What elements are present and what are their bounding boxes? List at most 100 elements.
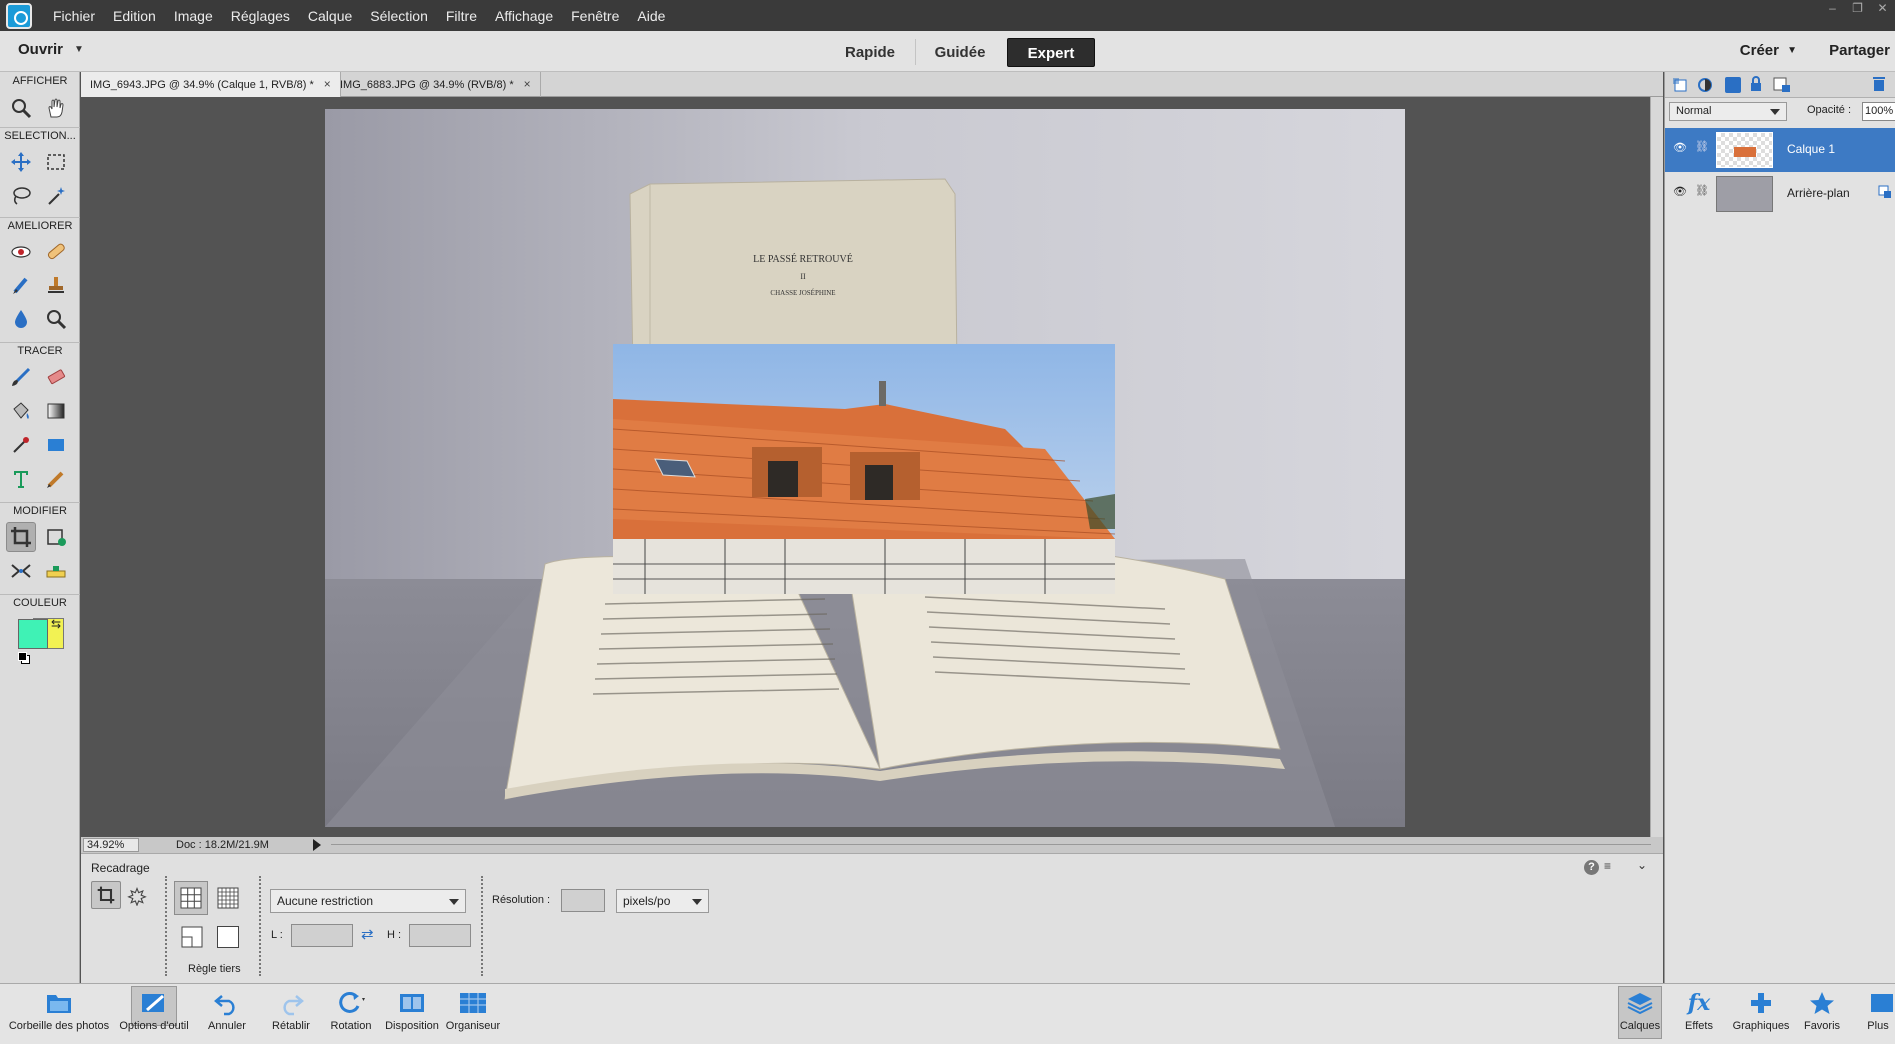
red-eye-tool-icon[interactable] xyxy=(6,236,36,266)
adjustment-layer-icon[interactable] xyxy=(1697,77,1715,93)
status-menu-arrow-icon[interactable] xyxy=(313,839,321,851)
link-icon[interactable]: ⛓ xyxy=(1695,184,1709,197)
smart-brush-tool-icon[interactable] xyxy=(6,270,36,300)
create-dropdown-icon[interactable]: ▼ xyxy=(1787,45,1797,56)
blend-mode-dropdown[interactable]: Normal xyxy=(1669,102,1787,121)
layer-row[interactable]: 👁 ⛓ Arrière-plan xyxy=(1665,172,1895,216)
menu-filtre[interactable]: Filtre xyxy=(446,8,477,24)
foreground-color-swatch[interactable] xyxy=(18,619,48,649)
delete-layer-icon[interactable] xyxy=(1872,76,1886,92)
sponge-tool-icon[interactable] xyxy=(41,304,71,334)
doc-tab-2[interactable]: IMG_6883.JPG @ 34.9% (RVB/8) * × xyxy=(331,72,541,97)
link-icon[interactable]: ⛓ xyxy=(1695,140,1709,153)
menu-selection[interactable]: Sélection xyxy=(370,8,428,24)
graphics-button[interactable]: Graphiques xyxy=(1727,990,1795,1032)
opacity-field[interactable]: 100% xyxy=(1862,102,1895,121)
straighten-tool-icon[interactable] xyxy=(41,556,71,586)
options-menu-icon[interactable]: ≡ xyxy=(1604,859,1611,873)
lock-transparent-icon[interactable] xyxy=(1773,77,1791,93)
restore-icon[interactable]: ❐ xyxy=(1845,0,1870,18)
recompose-tool-icon[interactable] xyxy=(41,522,71,552)
close-tab-icon[interactable]: × xyxy=(524,77,531,91)
menu-image[interactable]: Image xyxy=(174,8,213,24)
shape-tool-icon[interactable] xyxy=(41,430,71,460)
help-icon[interactable]: ? xyxy=(1584,860,1599,875)
swap-colors-icon[interactable]: ⇆ xyxy=(51,617,61,631)
close-tab-icon[interactable]: × xyxy=(324,77,331,91)
photo-bin-button[interactable]: Corbeille des photos xyxy=(4,990,114,1032)
crop-tool-icon[interactable] xyxy=(6,522,36,552)
crop-mode-button[interactable] xyxy=(91,881,121,909)
menu-aide[interactable]: Aide xyxy=(637,8,665,24)
zoom-tool-icon[interactable] xyxy=(6,93,36,123)
menu-fenetre[interactable]: Fenêtre xyxy=(571,8,619,24)
collapse-chevron-icon[interactable]: ⌄ xyxy=(1637,858,1647,872)
vertical-scrollbar[interactable] xyxy=(1650,97,1663,837)
text-tool-icon[interactable] xyxy=(6,464,36,494)
rotate-button[interactable]: Rotation xyxy=(323,990,379,1032)
magic-wand-tool-icon[interactable] xyxy=(41,181,71,211)
eraser-tool-icon[interactable] xyxy=(41,362,71,392)
default-colors-icon[interactable] xyxy=(18,652,27,661)
mode-expert-tab[interactable]: Expert xyxy=(1007,38,1095,67)
width-field[interactable] xyxy=(291,924,353,947)
grid-overlay-grid-button[interactable] xyxy=(217,887,241,911)
visibility-eye-icon[interactable]: 👁 xyxy=(1673,141,1687,154)
resolution-field[interactable] xyxy=(561,889,605,912)
mode-rapide-tab[interactable]: Rapide xyxy=(840,38,900,67)
create-button[interactable]: Créer xyxy=(1740,42,1779,59)
minimize-icon[interactable]: – xyxy=(1820,0,1845,18)
organizer-button[interactable]: Organiseur xyxy=(444,990,502,1032)
open-dropdown-icon[interactable]: ▼ xyxy=(74,44,84,55)
more-button[interactable]: Plus xyxy=(1860,990,1895,1032)
share-button[interactable]: Partager xyxy=(1829,42,1890,59)
grid-overlay-none-button[interactable] xyxy=(217,926,239,948)
move-tool-icon[interactable] xyxy=(6,147,36,177)
menu-fichier[interactable]: Fichier xyxy=(53,8,95,24)
layer-row[interactable]: 👁 ⛓ Calque 1 xyxy=(1665,128,1895,172)
layer-mask-icon[interactable] xyxy=(1725,77,1741,93)
menu-edition[interactable]: Edition xyxy=(113,8,156,24)
content-aware-move-tool-icon[interactable] xyxy=(6,556,36,586)
crop-ratio-dropdown[interactable]: Aucune restriction xyxy=(270,889,466,913)
open-button[interactable]: Ouvrir xyxy=(18,41,63,58)
effects-button[interactable]: fx Effets xyxy=(1676,990,1722,1032)
menu-reglages[interactable]: Réglages xyxy=(231,8,290,24)
mode-guidee-tab[interactable]: Guidée xyxy=(927,38,993,67)
clone-stamp-tool-icon[interactable] xyxy=(41,270,71,300)
cookie-cutter-icon[interactable] xyxy=(126,885,148,907)
pasted-layer-photo[interactable] xyxy=(612,344,1116,594)
paint-bucket-tool-icon[interactable] xyxy=(6,396,36,426)
layers-panel-button[interactable]: Calques xyxy=(1614,990,1666,1032)
spot-healing-tool-icon[interactable] xyxy=(41,236,71,266)
blur-tool-icon[interactable] xyxy=(6,304,36,334)
horizontal-scrollbar[interactable] xyxy=(331,844,1651,845)
resolution-unit-dropdown[interactable]: pixels/po xyxy=(616,889,709,913)
eyedropper-tool-icon[interactable] xyxy=(6,430,36,460)
redo-button[interactable]: Rétablir xyxy=(265,990,317,1032)
new-layer-icon[interactable] xyxy=(1672,77,1688,93)
menu-affichage[interactable]: Affichage xyxy=(495,8,553,24)
favorites-button[interactable]: Favoris xyxy=(1797,990,1847,1032)
canvas-area[interactable]: LE PASSÉ RETROUVÉ II CHASSE JOSÉPHINE xyxy=(81,97,1650,837)
doc-tab-1[interactable]: IMG_6943.JPG @ 34.9% (Calque 1, RVB/8) *… xyxy=(81,72,341,97)
gradient-tool-icon[interactable] xyxy=(41,396,71,426)
lock-all-icon[interactable] xyxy=(1749,76,1765,94)
zoom-level-field[interactable]: 34.92% xyxy=(83,838,139,852)
brush-tool-icon[interactable] xyxy=(6,362,36,392)
menu-calque[interactable]: Calque xyxy=(308,8,352,24)
swap-dimensions-icon[interactable]: ⇄ xyxy=(361,925,374,943)
visibility-eye-icon[interactable]: 👁 xyxy=(1673,185,1687,198)
marquee-tool-icon[interactable] xyxy=(41,147,71,177)
lasso-tool-icon[interactable] xyxy=(6,181,36,211)
document-image[interactable]: LE PASSÉ RETROUVÉ II CHASSE JOSÉPHINE xyxy=(325,109,1405,827)
grid-overlay-thirds-button[interactable] xyxy=(174,881,208,915)
grid-overlay-half-button[interactable] xyxy=(181,926,205,950)
height-field[interactable] xyxy=(409,924,471,947)
layout-button[interactable]: Disposition xyxy=(382,990,442,1032)
tool-options-button[interactable]: Options d'outil xyxy=(112,990,196,1032)
close-icon[interactable]: ✕ xyxy=(1870,0,1895,18)
undo-button[interactable]: Annuler xyxy=(202,990,252,1032)
pencil-tool-icon[interactable] xyxy=(41,464,71,494)
hand-tool-icon[interactable] xyxy=(41,93,71,123)
